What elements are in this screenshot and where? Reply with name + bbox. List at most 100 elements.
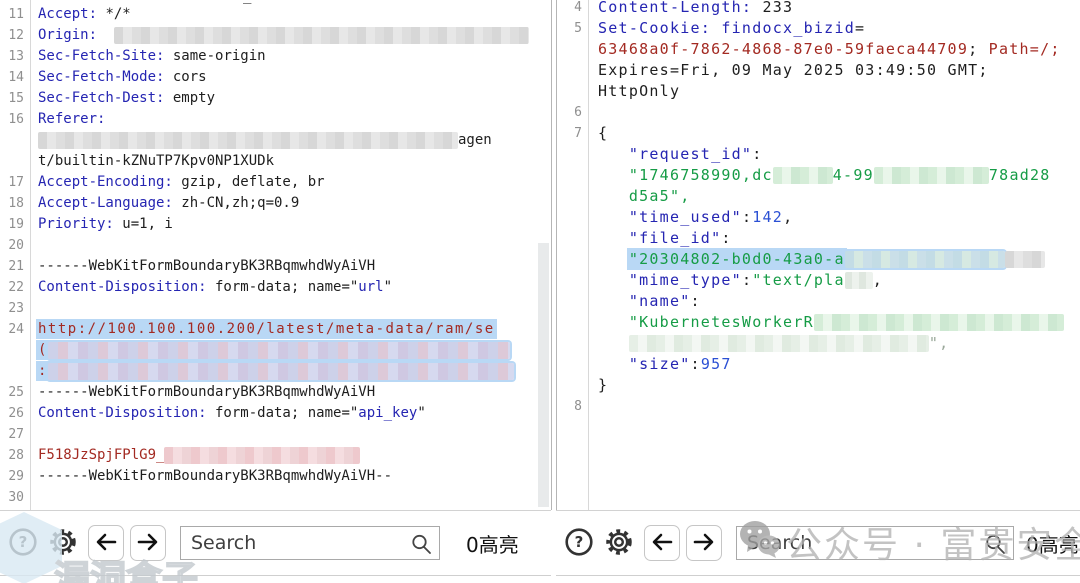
help-button[interactable]: ?: [564, 527, 594, 560]
code-line: }: [598, 375, 1080, 396]
line-number: 20: [8, 238, 24, 253]
prev-match-button[interactable]: [88, 525, 124, 561]
code-token: form-data; name=": [206, 405, 359, 421]
prev-match-button[interactable]: [644, 525, 680, 561]
code-line: ",: [598, 333, 1080, 354]
redacted-region: [1004, 251, 1045, 268]
code-line: http://100.100.100.200/latest/meta-data/…: [38, 319, 551, 340]
request-gutter: 10 111213141516 1718192021222324 2526272…: [0, 0, 31, 510]
code-line: Set-Cookie: findocx_bizid=: [598, 18, 1080, 39]
response-gutter: 4 5 6 7 8: [557, 0, 589, 510]
code-token: 63468a0f-7862-4868-87e0-59faeca44709: [598, 40, 969, 58]
code-line: "1746758990,dc 4-99 78ad28: [598, 165, 1080, 186]
search-field: [736, 526, 1014, 560]
code-line: Accept-Encoding: gzip, deflate, br: [38, 172, 551, 193]
redacted-region: [164, 446, 361, 464]
line-number: 19: [8, 217, 24, 232]
code-line: t/builtin-kZNuTP7Kpv0NP1XUDk: [38, 151, 551, 172]
code-line: Accept: */*: [38, 4, 551, 25]
code-line: Sec-Fetch-Dest: empty: [38, 88, 551, 109]
code-token: =: [855, 19, 866, 37]
code-token: url: [358, 279, 384, 295]
code-token: "size": [628, 355, 691, 373]
help-icon: ?: [564, 527, 594, 560]
response-pane: 45 67 8 Content-Length: 233 Set-Cookie: f…: [556, 0, 1080, 510]
code-token: agen: [458, 132, 492, 148]
line-number: [0, 361, 30, 382]
code-line: HttpOnly: [598, 81, 1080, 102]
code-token: "1746758990,dc: [628, 166, 773, 184]
search-input[interactable]: [737, 532, 1013, 554]
code-token: 142: [752, 208, 784, 226]
line-number: 11: [8, 7, 24, 22]
line-number: 6: [574, 105, 582, 120]
redacted-region: [47, 362, 514, 380]
line-number: 28: [8, 448, 24, 463]
code-line: "KubernetesWorkerR: [598, 312, 1080, 333]
code-line: Content-Disposition: form-data; name="ap…: [38, 403, 551, 424]
code-token: F518JzSpjFPlG9_: [38, 447, 165, 463]
gear-icon: [46, 525, 80, 562]
line-number: [557, 312, 588, 333]
next-match-button[interactable]: [686, 525, 722, 561]
code-line: Priority: u=1, i: [38, 214, 551, 235]
code-token: empty: [164, 90, 216, 106]
line-number: [557, 291, 588, 312]
line-number: 15: [8, 91, 24, 106]
search-icon: [983, 532, 1007, 560]
code-line: agen: [38, 130, 551, 151]
line-number: 22: [8, 280, 24, 295]
code-token: 4-99: [832, 166, 874, 184]
code-token: 957: [700, 355, 732, 373]
code-token: "KubernetesWorkerR: [628, 313, 814, 331]
code-line: "request_id":: [598, 144, 1080, 165]
code-line: 63468a0f-7862-4868-87e0-59faeca44709; Pa…: [598, 39, 1080, 60]
cut-line-number: 10: [0, 0, 36, 2]
code-line: "mime_type":"text/pla,: [598, 270, 1080, 291]
search-icon: [409, 532, 433, 560]
next-match-button[interactable]: [130, 525, 166, 561]
line-number: 14: [8, 70, 24, 85]
code-token: :: [752, 145, 763, 163]
line-number: [557, 60, 588, 81]
response-editor[interactable]: Content-Length: 233 Set-Cookie: findocx_b…: [598, 0, 1080, 417]
http-message-viewer: 10 11 12 13 14 15 16 17 18 19 20 21 22 23 24 25 26 27 2…: [0, 0, 1080, 583]
code-line: {: [598, 123, 1080, 144]
scrollbar-thumb[interactable]: [538, 243, 549, 507]
help-button[interactable]: ?: [8, 527, 38, 560]
request-editor[interactable]: _ Accept: */* Origin: Sec-Fetch-Site: sam…: [38, 0, 551, 508]
code-line: Sec-Fetch-Mode: cors: [38, 67, 551, 88]
code-token: 233: [752, 0, 794, 16]
code-token: Content-Disposition:: [38, 279, 207, 295]
code-line: "size":957: [598, 354, 1080, 375]
code-token: Sec-Fetch-Site:: [38, 48, 165, 64]
code-token: "mime_type": [628, 271, 742, 289]
code-token: :: [721, 229, 732, 247]
highlight-count: 0高亮: [1026, 532, 1079, 557]
redacted-region: [47, 341, 510, 359]
code-line: "name":: [598, 291, 1080, 312]
request-search-bar: ? 0高亮: [0, 510, 551, 576]
settings-button[interactable]: [602, 525, 636, 562]
code-line: Referer:: [38, 109, 551, 130]
search-input[interactable]: [181, 532, 439, 554]
code-token: "text/pla: [752, 271, 845, 289]
settings-button[interactable]: [46, 525, 80, 562]
line-number: 24: [8, 322, 24, 337]
line-number: 27: [8, 427, 24, 442]
selected-text: :: [38, 363, 48, 379]
line-number: [557, 39, 588, 60]
svg-text:?: ?: [575, 533, 584, 551]
redacted-region: [844, 251, 1005, 268]
redacted-region: [844, 272, 873, 289]
cut-line-fragment: _: [243, 0, 251, 4]
